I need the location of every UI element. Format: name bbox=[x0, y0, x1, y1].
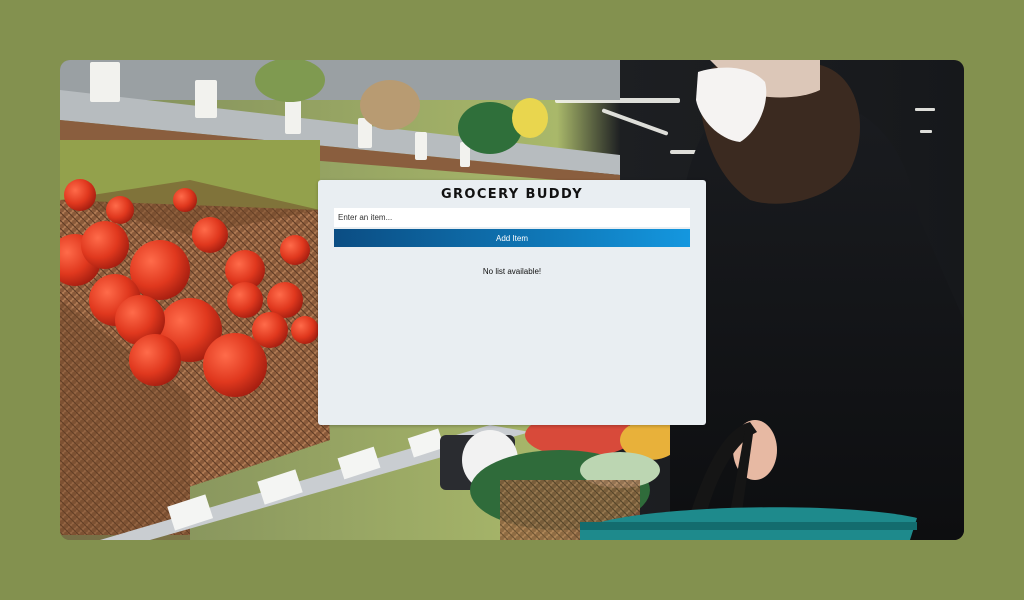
add-item-button[interactable]: Add Item bbox=[334, 229, 690, 247]
app-frame: GROCERY BUDDY Add Item No list available… bbox=[60, 60, 964, 540]
item-input[interactable] bbox=[334, 208, 690, 227]
app-title: GROCERY BUDDY bbox=[440, 187, 584, 202]
grocery-card: GROCERY BUDDY Add Item No list available… bbox=[318, 180, 706, 425]
empty-list-message: No list available! bbox=[482, 267, 542, 276]
